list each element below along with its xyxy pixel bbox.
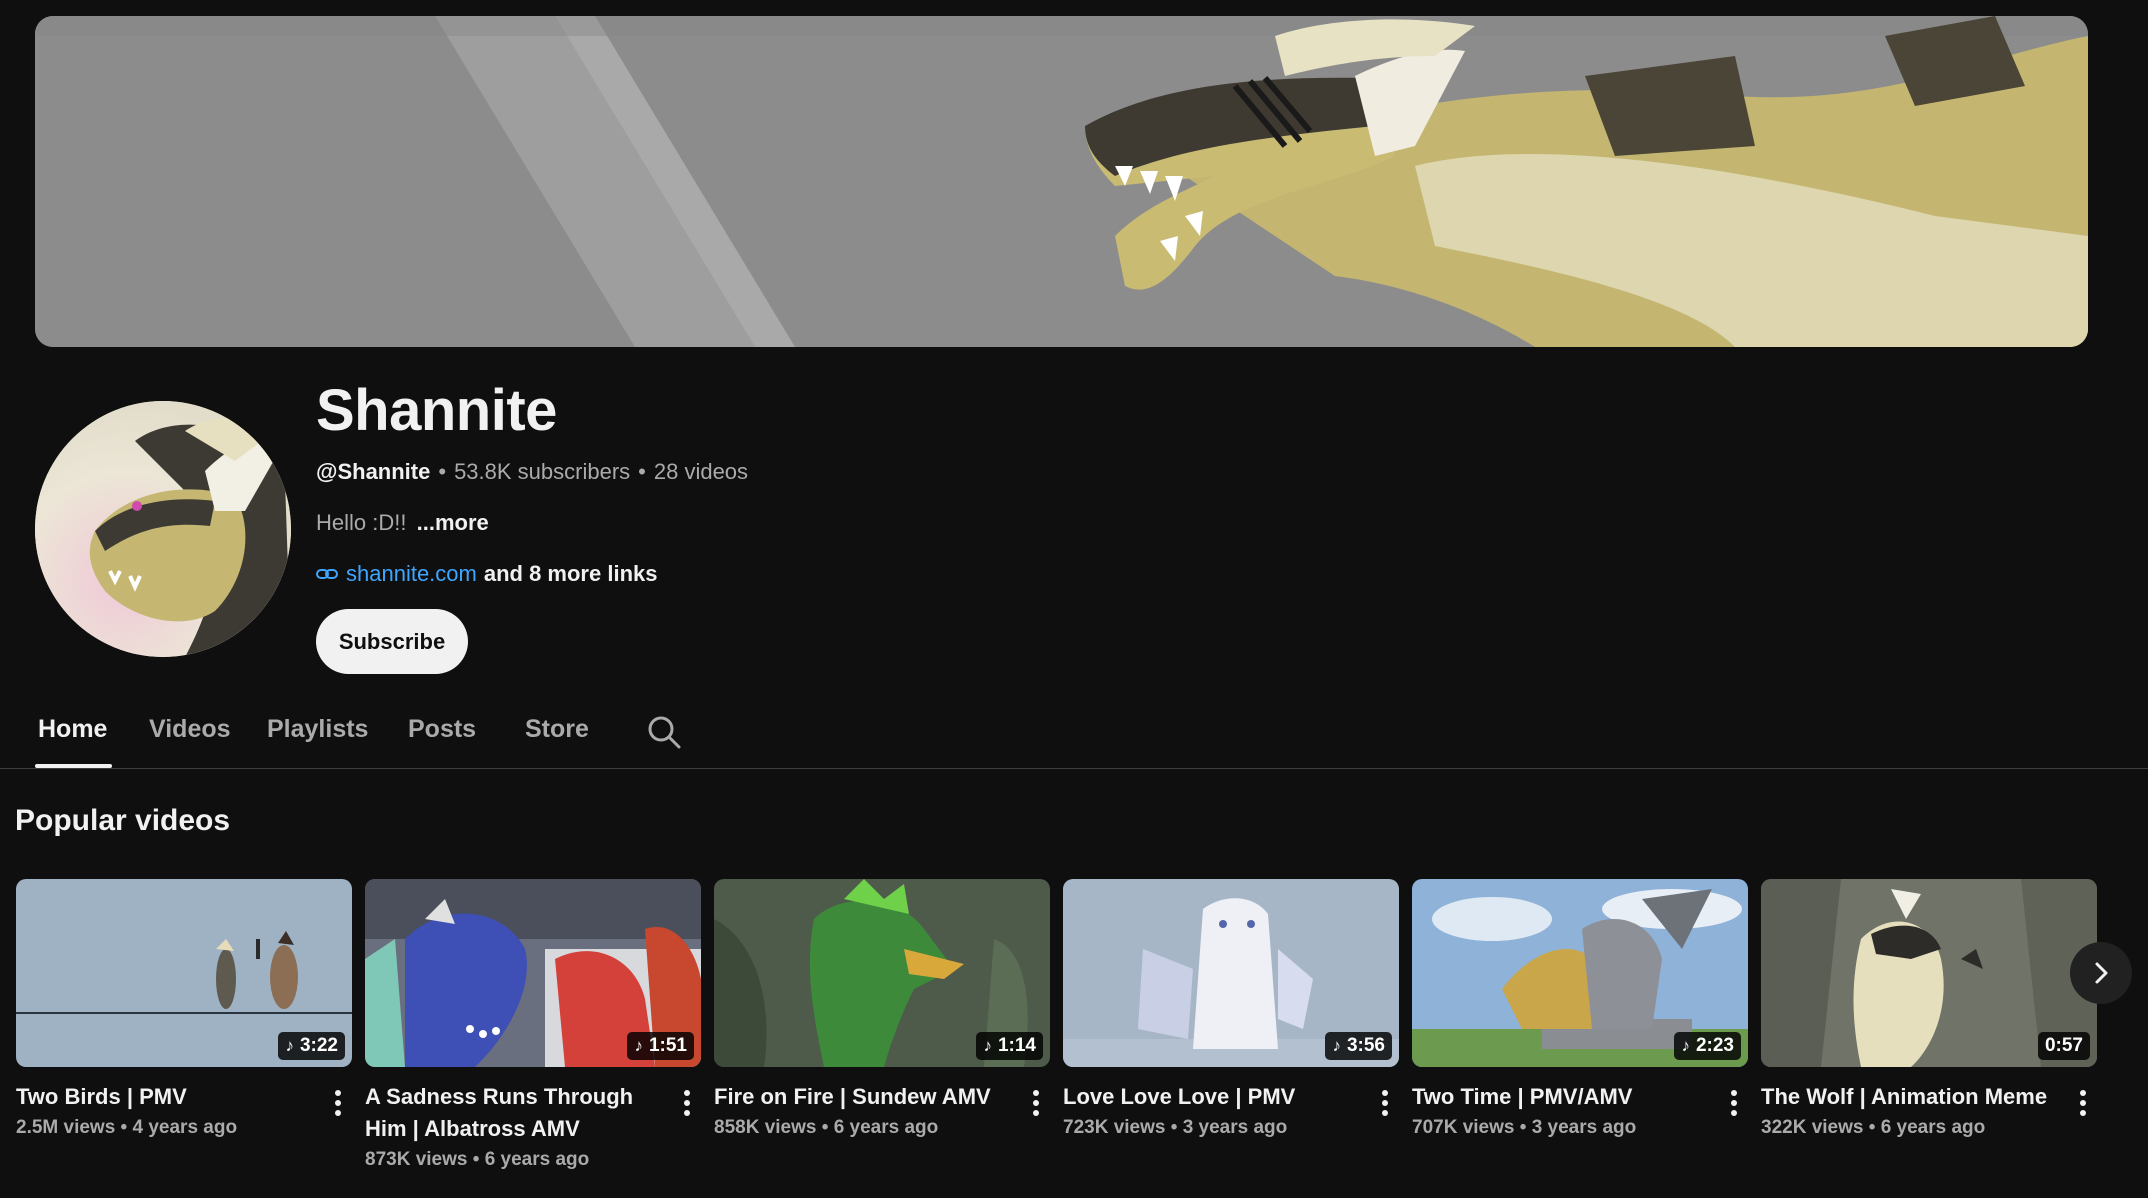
channel-name: Shannite xyxy=(316,378,557,443)
video-card[interactable]: ♪ 1:14 Fire on Fire | Sundew AMV 858K vie… xyxy=(714,879,1050,1138)
subscriber-count: 53.8K subscribers xyxy=(454,459,631,484)
video-title[interactable]: Two Time | PMV/AMV 707K views • 3 years … xyxy=(1412,1081,1702,1143)
music-note-icon: ♪ xyxy=(285,1036,294,1055)
music-note-icon: ♪ xyxy=(1681,1036,1690,1055)
video-card[interactable]: 0:57 The Wolf | Animation Meme 322K view… xyxy=(1761,879,2097,1138)
top-bar-edge xyxy=(0,0,2148,14)
more-vert-icon[interactable] xyxy=(677,1087,697,1119)
video-meta: 322K views • 6 years ago xyxy=(1761,1117,1986,1138)
video-card[interactable]: ♪ 1:51 A Sadness Runs Through Him | Albat… xyxy=(365,879,701,1170)
description-text: Hello :D!! xyxy=(316,510,407,535)
tabs-divider xyxy=(0,768,2148,769)
link-icon xyxy=(316,569,338,579)
video-count: 28 videos xyxy=(653,459,749,484)
video-meta: 858K views • 6 years ago xyxy=(714,1117,939,1138)
channel-tabs: Home Videos Playlists Posts Store xyxy=(0,705,2148,769)
tab-playlists[interactable]: Playlists xyxy=(267,715,368,744)
video-thumbnail[interactable]: 0:57 xyxy=(1761,879,2097,1067)
video-title[interactable]: A Sadness Runs Through Him | Albatross A… xyxy=(365,1081,655,1175)
more-vert-icon[interactable] xyxy=(328,1087,348,1119)
more-links-button[interactable]: and 8 more links xyxy=(484,559,658,589)
more-vert-icon[interactable] xyxy=(1724,1087,1744,1119)
channel-avatar[interactable] xyxy=(35,401,291,657)
video-thumbnail[interactable]: ♪ 3:22 xyxy=(16,879,352,1067)
video-thumbnail[interactable]: ♪ 2:23 xyxy=(1412,879,1748,1067)
video-meta: 2.5M views • 4 years ago xyxy=(16,1117,238,1138)
tab-posts[interactable]: Posts xyxy=(408,715,476,744)
video-thumbnail[interactable]: ♪ 1:14 xyxy=(714,879,1050,1067)
duration-badge: 0:57 xyxy=(2037,1032,2090,1060)
music-note-icon: ♪ xyxy=(1332,1036,1341,1055)
channel-links: shannite.com and 8 more links xyxy=(316,559,657,589)
channel-handle: @Shannite xyxy=(316,459,431,484)
duration-badge: ♪ 3:22 xyxy=(278,1032,345,1060)
duration-badge: ♪ 3:56 xyxy=(1325,1032,1392,1060)
video-meta: 707K views • 3 years ago xyxy=(1412,1117,1637,1138)
duration-badge: ♪ 1:51 xyxy=(627,1032,694,1060)
next-button[interactable] xyxy=(2070,942,2132,1004)
more-vert-icon[interactable] xyxy=(1375,1087,1395,1119)
more-vert-icon[interactable] xyxy=(2073,1087,2093,1119)
tab-home[interactable]: Home xyxy=(38,715,107,744)
video-meta: 873K views • 6 years ago xyxy=(365,1149,590,1170)
tab-videos[interactable]: Videos xyxy=(149,715,231,744)
subscribe-button[interactable]: Subscribe xyxy=(316,609,468,674)
video-thumbnail[interactable]: ♪ 1:51 xyxy=(365,879,701,1067)
more-button[interactable]: ...more xyxy=(417,510,489,535)
video-thumbnail[interactable]: ♪ 3:56 xyxy=(1063,879,1399,1067)
video-title[interactable]: The Wolf | Animation Meme 322K views • 6… xyxy=(1761,1081,2051,1143)
channel-link[interactable]: shannite.com xyxy=(346,559,477,589)
more-vert-icon[interactable] xyxy=(1026,1087,1046,1119)
video-card[interactable]: ♪ 3:56 Love Love Love | PMV 723K views • … xyxy=(1063,879,1399,1138)
video-card[interactable]: ♪ 2:23 Two Time | PMV/AMV 707K views • 3 … xyxy=(1412,879,1748,1138)
separator-dot: • xyxy=(638,459,646,484)
section-title: Popular videos xyxy=(15,804,231,837)
chevron-right-icon xyxy=(2095,962,2108,984)
channel-description[interactable]: Hello :D!! ...more xyxy=(316,508,489,538)
separator-dot: • xyxy=(438,459,447,484)
video-meta: 723K views • 3 years ago xyxy=(1063,1117,1288,1138)
music-note-icon: ♪ xyxy=(983,1036,992,1055)
tab-store[interactable]: Store xyxy=(525,715,589,744)
video-title[interactable]: Two Birds | PMV 2.5M views • 4 years ago xyxy=(16,1081,306,1143)
video-title[interactable]: Love Love Love | PMV 723K views • 3 year… xyxy=(1063,1081,1353,1143)
search-icon[interactable] xyxy=(646,714,682,750)
channel-meta: @Shannite • 53.8K subscribers • 28 videos xyxy=(316,457,748,487)
duration-badge: ♪ 2:23 xyxy=(1674,1032,1741,1060)
video-title[interactable]: Fire on Fire | Sundew AMV 858K views • 6… xyxy=(714,1081,1004,1143)
video-card[interactable]: ♪ 3:22 Two Birds | PMV 2.5M views • 4 yea… xyxy=(16,879,352,1138)
music-note-icon: ♪ xyxy=(634,1036,643,1055)
channel-banner xyxy=(35,16,2088,347)
duration-badge: ♪ 1:14 xyxy=(976,1032,1043,1060)
